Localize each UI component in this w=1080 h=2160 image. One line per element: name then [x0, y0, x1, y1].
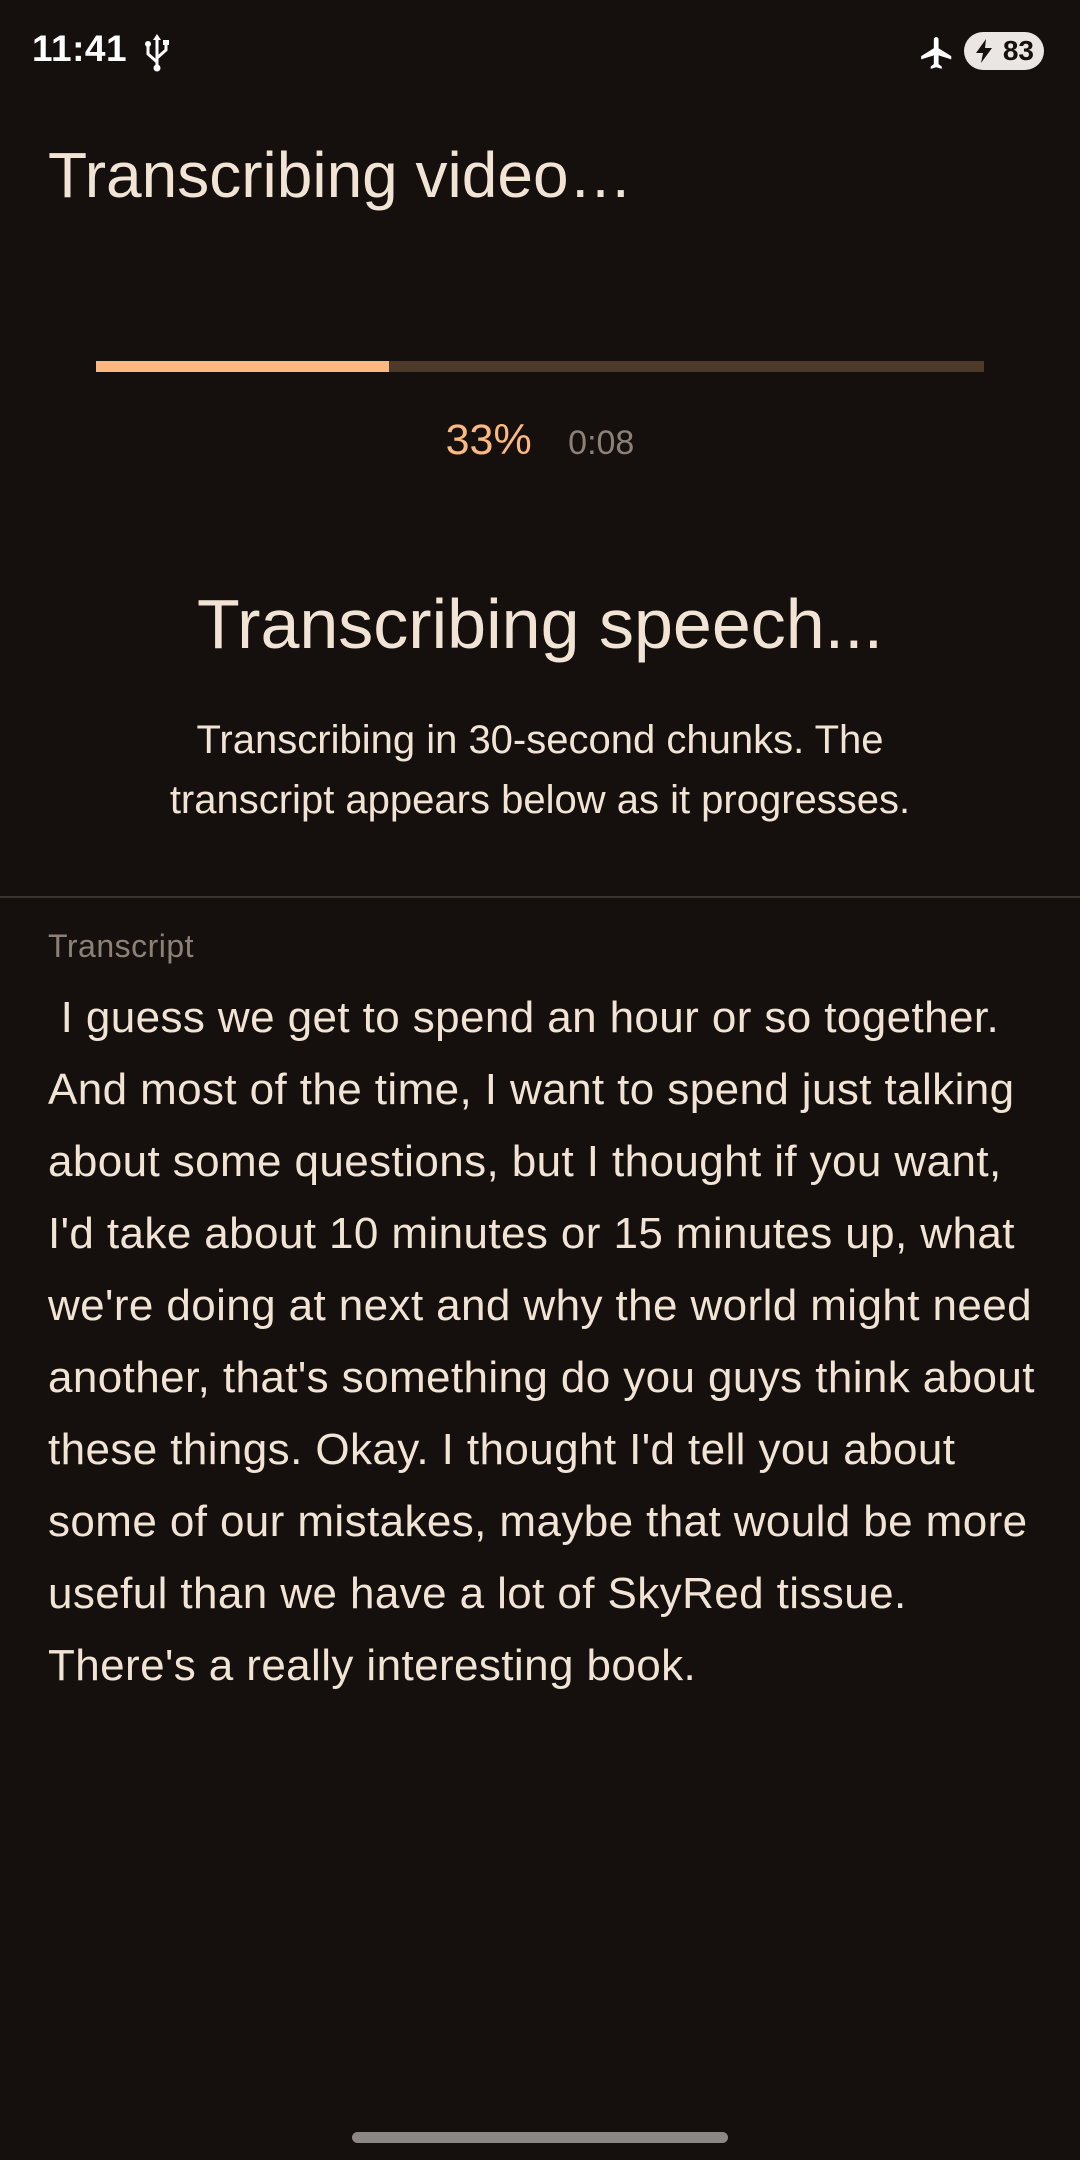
- stage-description: Transcribing in 30-second chunks. The tr…: [169, 718, 911, 822]
- transcript-text: I guess we get to spend an hour or so to…: [48, 993, 1048, 1690]
- battery-charging-icon: [976, 39, 992, 63]
- battery-indicator: 83: [964, 32, 1044, 70]
- status-time: 11:41: [32, 28, 128, 69]
- transcript-label: Transcript: [48, 928, 195, 964]
- progress-info: 33% 0:08: [0, 416, 1080, 465]
- stage-title: Transcribing speech...: [196, 585, 884, 663]
- airplane-mode-icon: [921, 37, 952, 69]
- usb-icon: [145, 34, 169, 72]
- elapsed-time: 0:08: [568, 424, 635, 462]
- divider: [0, 896, 1080, 898]
- gesture-nav-handle[interactable]: [352, 2132, 728, 2143]
- progress-bar: [96, 361, 984, 372]
- battery-level: 83: [1002, 35, 1034, 66]
- page-title: Transcribing video…: [48, 139, 633, 211]
- progress-percent: 33%: [445, 416, 532, 464]
- progress-bar-fill: [96, 361, 390, 372]
- status-bar: 11:41 83: [0, 0, 1080, 100]
